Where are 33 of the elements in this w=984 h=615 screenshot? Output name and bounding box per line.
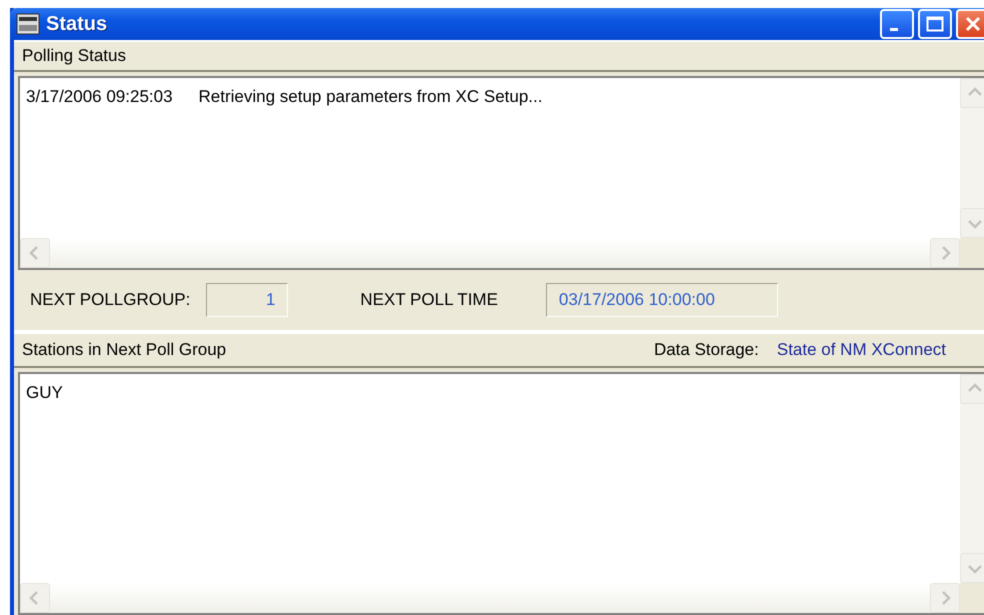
horizontal-scrollbar[interactable] — [20, 238, 960, 268]
log-time: 3/17/2006 09:25:03 — [26, 86, 173, 108]
station-item: GUY — [26, 382, 63, 404]
poll-group-field: 1 — [206, 283, 288, 317]
section-label: Polling Status — [22, 45, 126, 68]
scroll-right-button[interactable] — [930, 583, 960, 613]
minimize-icon — [890, 28, 898, 30]
storage-value: State of NM XConnect — [776, 339, 946, 362]
maximize-icon — [926, 16, 944, 32]
vertical-scrollbar[interactable] — [960, 374, 984, 583]
log-message: Retrieving setup parameters from XC Setup... — [198, 86, 542, 108]
scroll-down-button[interactable] — [960, 208, 984, 238]
window-title: Status — [46, 12, 108, 37]
section-label: Stations in Next Poll Group — [22, 339, 226, 362]
scroll-up-button[interactable] — [960, 374, 984, 404]
storage-label: Data Storage: — [654, 339, 759, 362]
maximize-button[interactable] — [918, 9, 952, 39]
scroll-up-button[interactable] — [960, 78, 984, 108]
scroll-left-button[interactable] — [20, 238, 50, 268]
scroll-right-button[interactable] — [930, 238, 960, 268]
field-label: NEXT POLL TIME — [360, 289, 498, 312]
close-button[interactable] — [956, 9, 984, 39]
vertical-scrollbar[interactable] — [960, 78, 984, 238]
scrollbar-corner — [960, 583, 984, 613]
minimize-button[interactable] — [880, 9, 914, 39]
scroll-down-button[interactable] — [960, 553, 984, 583]
scroll-left-button[interactable] — [20, 583, 50, 613]
window-app-icon — [16, 13, 40, 35]
scrollbar-corner — [960, 238, 984, 268]
close-icon — [965, 16, 981, 32]
poll-time-field: 03/17/2006 10:00:00 — [546, 283, 778, 317]
field-label: NEXT POLLGROUP: — [30, 289, 190, 312]
horizontal-scrollbar[interactable] — [20, 583, 960, 613]
